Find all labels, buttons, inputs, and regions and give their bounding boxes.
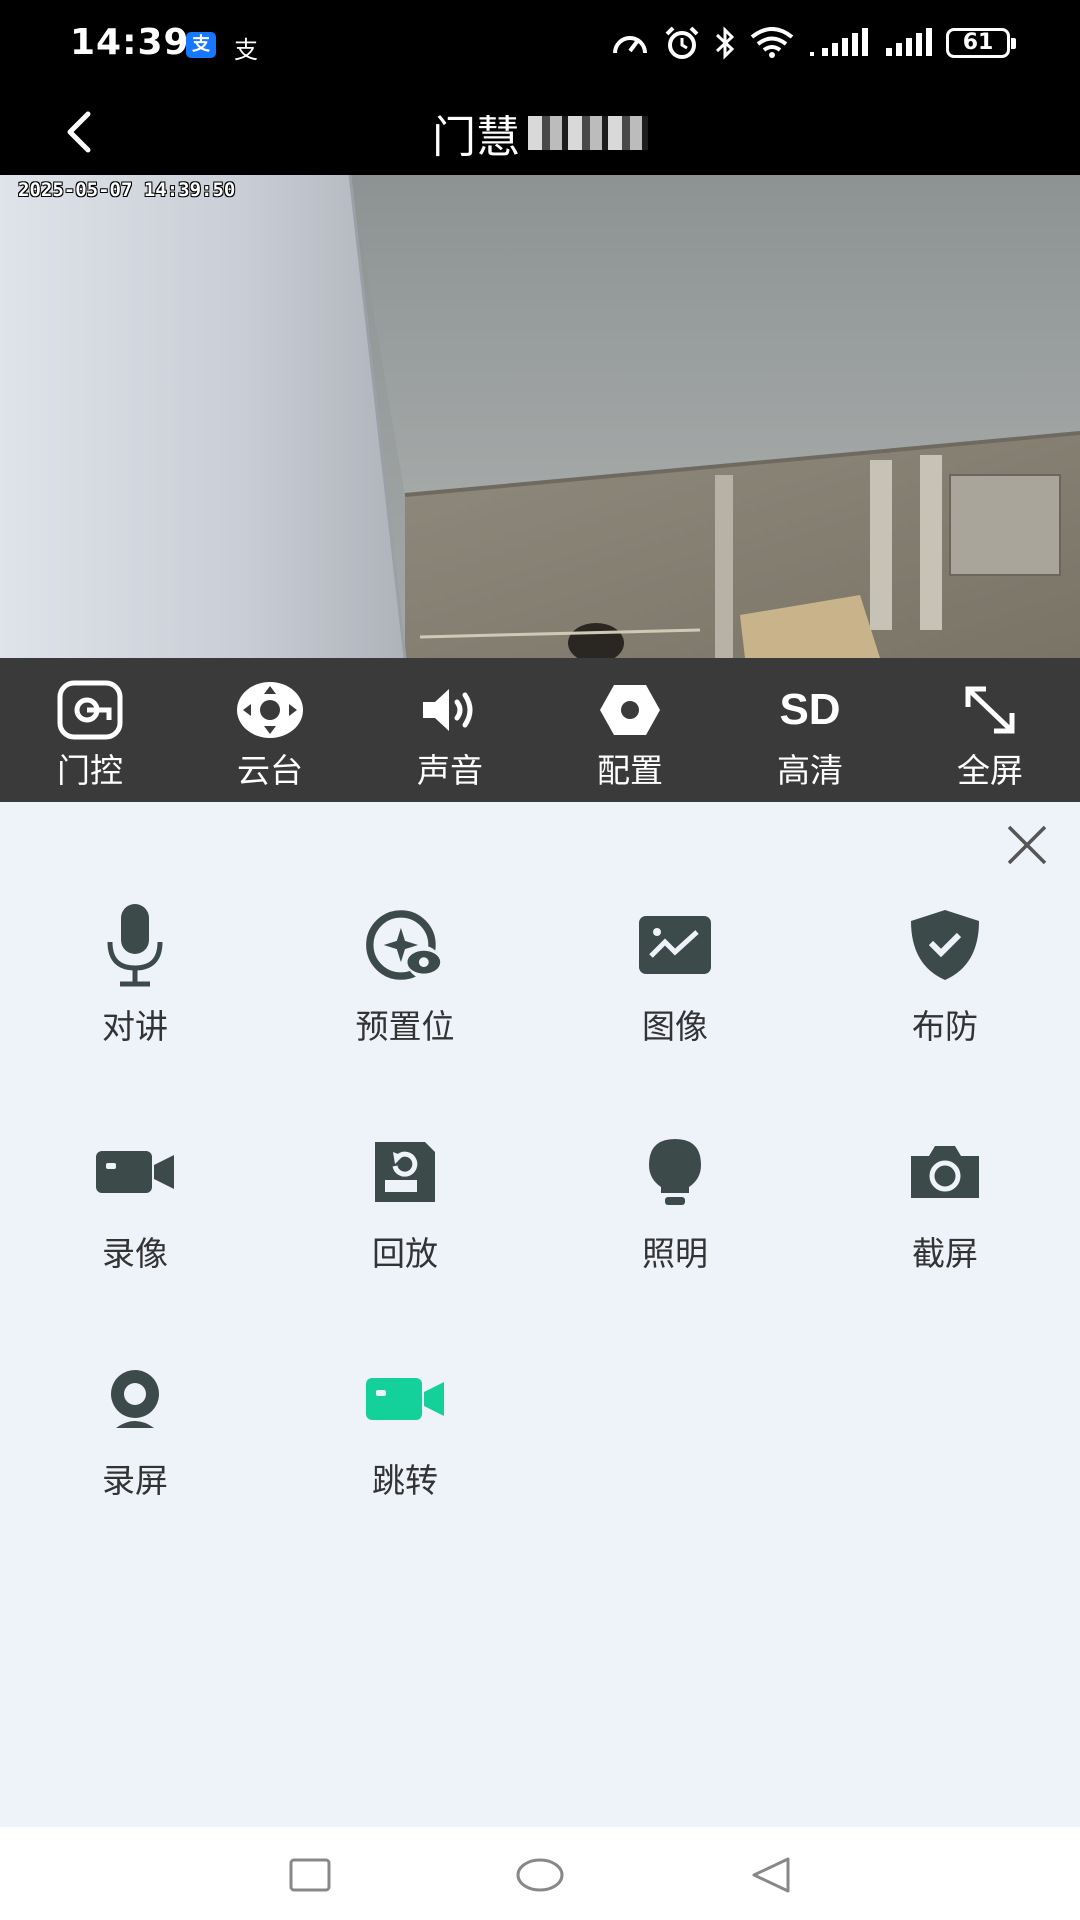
function-label: 录屏 <box>102 1461 168 1500</box>
function-image[interactable]: 图像 <box>540 900 810 1060</box>
speaker-icon <box>415 680 485 740</box>
close-icon <box>1007 825 1047 865</box>
toolbar-label: 门控 <box>57 751 123 790</box>
function-label: 照明 <box>642 1234 708 1273</box>
back-button[interactable] <box>50 102 110 162</box>
toolbar-quality[interactable]: SD 高清 <box>720 658 900 802</box>
video-toolbar: 门控 云台 声音 配置 SD 高清 全屏 <box>0 658 1080 802</box>
function-intercom[interactable]: 对讲 <box>0 900 270 1060</box>
signal-icon <box>810 28 868 56</box>
app-header: 门慧 <box>0 90 1080 175</box>
bulb-icon <box>630 1127 720 1217</box>
alarm-icon <box>665 26 699 59</box>
recents-icon <box>289 1858 331 1892</box>
status-icons: 61 <box>610 26 1016 60</box>
toolbar-sound[interactable]: 声音 <box>360 658 540 802</box>
page-title-container: 门慧 <box>0 90 1080 175</box>
webcam-icon <box>90 1354 180 1444</box>
ptz-icon <box>235 680 305 740</box>
function-jump[interactable]: 跳转 <box>270 1354 540 1514</box>
video-camera-icon <box>90 1127 180 1217</box>
function-playback[interactable]: 回放 <box>270 1127 540 1287</box>
function-label: 图像 <box>642 1007 708 1046</box>
toolbar-label: 高清 <box>777 751 843 790</box>
preset-icon <box>360 900 450 990</box>
video-camera-green-icon <box>360 1354 450 1444</box>
video-timestamp: 2025-05-07 14:39:50 <box>18 179 236 201</box>
settings-hexagon-icon <box>595 680 665 740</box>
camera-icon <box>900 1127 990 1217</box>
battery-icon: 61 <box>946 28 1016 58</box>
function-record[interactable]: 录像 <box>0 1127 270 1287</box>
recents-button[interactable] <box>280 1845 340 1905</box>
function-preset[interactable]: 预置位 <box>270 900 540 1060</box>
toolbar-label: 全屏 <box>957 751 1023 790</box>
nav-back-button[interactable] <box>740 1845 800 1905</box>
camera-frame-image <box>0 175 1080 658</box>
toolbar-label: 声音 <box>417 751 483 790</box>
speed-icon <box>613 36 647 54</box>
shield-check-icon <box>900 900 990 990</box>
function-label: 录像 <box>102 1234 168 1273</box>
function-label: 截屏 <box>912 1234 978 1273</box>
page-title: 门慧 <box>432 111 520 163</box>
toolbar-settings[interactable]: 配置 <box>540 658 720 802</box>
signal-icon-2 <box>886 28 932 56</box>
microphone-icon <box>90 900 180 990</box>
sd-icon-text: SD <box>779 685 841 734</box>
image-icon <box>630 900 720 990</box>
status-bar: 14:39 支 支 61 <box>0 0 1080 90</box>
door-control-icon <box>55 680 125 740</box>
function-panel: 对讲 预置位 图像 布防 录像 回放 照明 截屏 录屏 跳转 <box>0 802 1080 1827</box>
bluetooth-icon <box>715 26 735 60</box>
fullscreen-icon <box>955 680 1025 740</box>
playback-icon <box>360 1127 450 1217</box>
function-screen-record[interactable]: 录屏 <box>0 1354 270 1514</box>
redacted-title-mask <box>528 115 648 150</box>
alipay-notification-icon-2: 支 <box>234 36 258 64</box>
alipay-notification-icon: 支 <box>186 32 216 58</box>
function-label: 布防 <box>912 1007 978 1046</box>
toolbar-label: 配置 <box>597 751 663 790</box>
close-panel-button[interactable] <box>1002 820 1052 870</box>
toolbar-fullscreen[interactable]: 全屏 <box>900 658 1080 802</box>
wifi-icon <box>750 27 794 58</box>
function-label: 回放 <box>372 1234 438 1273</box>
system-nav-bar <box>0 1827 1080 1920</box>
chevron-left-icon <box>67 111 91 153</box>
back-triangle-icon <box>752 1857 790 1893</box>
function-screenshot[interactable]: 截屏 <box>810 1127 1080 1287</box>
status-time: 14:39 <box>70 22 190 63</box>
home-button[interactable] <box>510 1845 570 1905</box>
sd-icon: SD <box>775 680 845 740</box>
function-label: 跳转 <box>372 1461 438 1500</box>
toolbar-label: 云台 <box>237 751 303 790</box>
function-label: 预置位 <box>355 1007 455 1046</box>
toolbar-door-control[interactable]: 门控 <box>0 658 180 802</box>
live-video-feed[interactable]: 2025-05-07 14:39:50 <box>0 175 1080 658</box>
function-label: 对讲 <box>102 1007 168 1046</box>
function-arm[interactable]: 布防 <box>810 900 1080 1060</box>
toolbar-ptz[interactable]: 云台 <box>180 658 360 802</box>
function-lighting[interactable]: 照明 <box>540 1127 810 1287</box>
home-icon <box>516 1858 564 1892</box>
